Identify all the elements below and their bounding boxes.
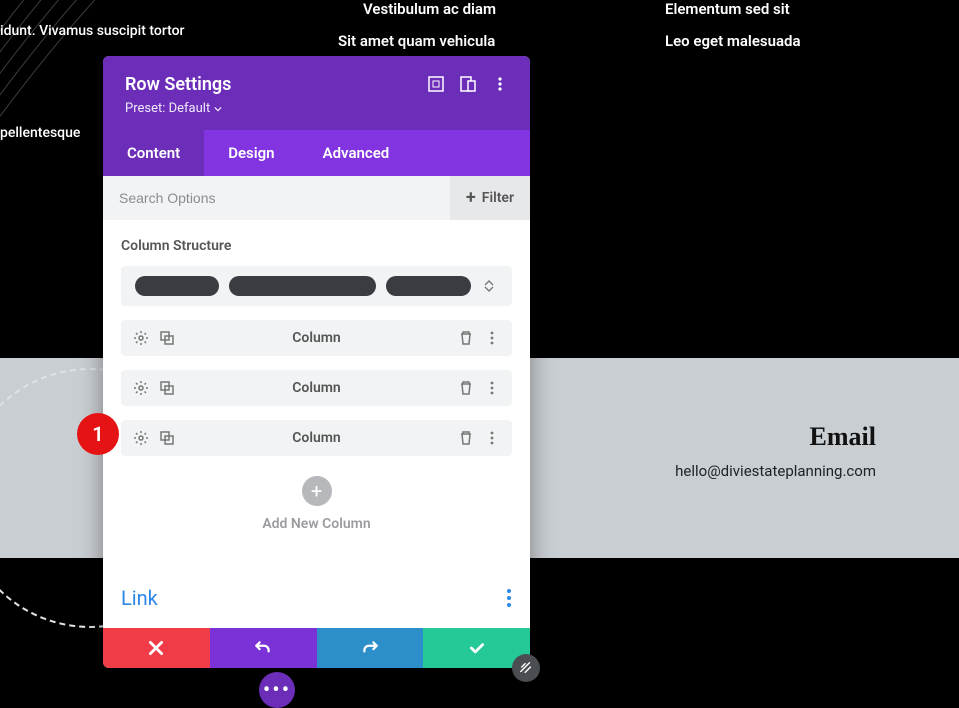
filter-label: Filter [482,190,514,206]
filter-button[interactable]: + Filter [450,176,530,220]
more-vertical-icon[interactable] [484,430,500,446]
step-badge: 1 [77,413,119,455]
column-row-label: Column [292,330,341,346]
more-vertical-icon[interactable] [492,76,508,92]
link-section: Link [103,562,530,628]
more-vertical-icon[interactable] [506,588,512,608]
email-heading: Email [810,422,876,452]
modal-header: Row Settings Preset: Default [103,56,530,130]
resize-icon [519,661,533,675]
bg-text: Elementum sed sit [665,0,790,18]
expand-icon[interactable] [428,76,444,92]
duplicate-icon[interactable] [159,330,175,346]
undo-icon [254,639,272,657]
tab-design[interactable]: Design [204,130,298,176]
search-input[interactable] [103,176,450,220]
more-vertical-icon[interactable] [484,380,500,396]
duplicate-icon[interactable] [159,380,175,396]
column-structure-label: Column Structure [121,238,512,254]
resize-handle[interactable] [512,654,540,682]
trash-icon[interactable] [458,330,474,346]
add-column[interactable]: + Add New Column [121,456,512,538]
close-icon [147,639,165,657]
column-row[interactable]: Column [121,420,512,456]
row-settings-modal: Row Settings Preset: Default Content Des… [103,56,530,668]
column-structure-selector[interactable] [121,266,512,306]
more-vertical-icon[interactable] [484,330,500,346]
gear-icon[interactable] [133,430,149,446]
add-column-label: Add New Column [262,516,370,532]
email-value: hello@diviestateplanning.com [675,462,876,480]
bg-text: Leo eget malesuada [665,32,801,50]
cancel-button[interactable] [103,628,210,668]
column-row[interactable]: Column [121,320,512,356]
modal-footer [103,628,530,668]
plus-icon[interactable]: + [302,476,332,506]
column-row[interactable]: Column [121,370,512,406]
undo-button[interactable] [210,628,317,668]
preset-label: Preset: Default [125,101,210,116]
bg-text: pellentesque [0,125,80,141]
column-row-label: Column [292,380,341,396]
tab-content[interactable]: Content [103,130,204,176]
structure-updown-icon[interactable] [481,280,498,292]
redo-button[interactable] [317,628,424,668]
gear-icon[interactable] [133,330,149,346]
bg-text: Sit amet quam vehicula [338,32,495,50]
duplicate-icon[interactable] [159,430,175,446]
redo-icon [361,639,379,657]
link-section-title[interactable]: Link [121,586,158,610]
preset-selector[interactable]: Preset: Default [125,101,231,116]
check-icon [468,639,486,657]
tab-advanced[interactable]: Advanced [299,130,414,176]
responsive-icon[interactable] [460,76,476,92]
chevron-down-icon [214,105,222,113]
modal-title: Row Settings [125,74,231,95]
column-structure-section: Column Structure Column [103,220,530,538]
search-bar: + Filter [103,176,530,220]
trash-icon[interactable] [458,430,474,446]
bg-text: Vestibulum ac diam [363,0,496,18]
structure-col [386,276,470,296]
tabs: Content Design Advanced [103,130,530,176]
ellipsis-icon: ••• [263,678,291,703]
structure-col [229,276,376,296]
column-row-label: Column [292,430,341,446]
structure-col [135,276,219,296]
bg-text: idunt. Vivamus suscipit tortor [0,23,185,39]
gear-icon[interactable] [133,380,149,396]
trash-icon[interactable] [458,380,474,396]
